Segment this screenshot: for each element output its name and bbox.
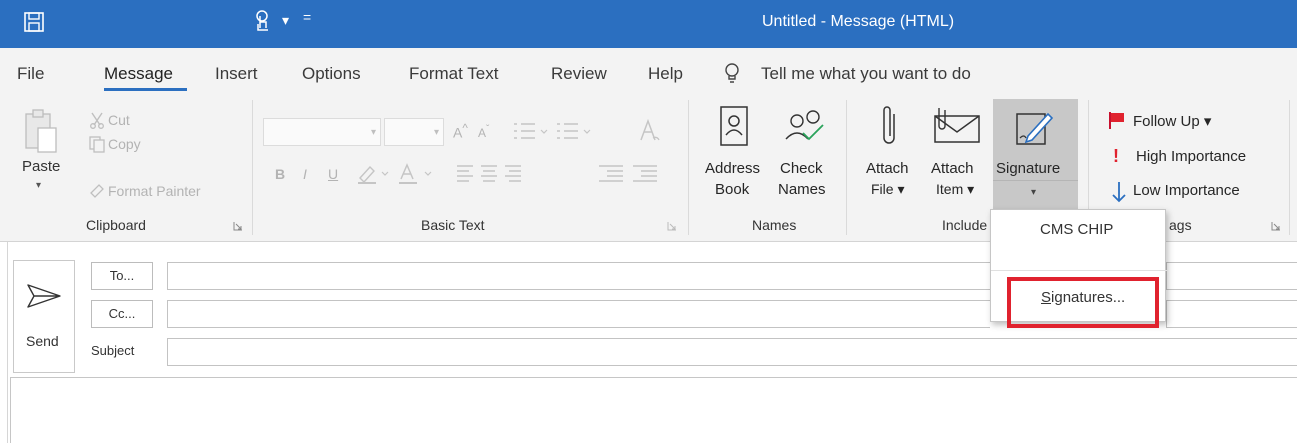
- group-label-tags: ags: [1169, 217, 1192, 233]
- numbering-icon[interactable]: [555, 120, 593, 142]
- bold-button[interactable]: B: [275, 166, 285, 182]
- check-names-icon[interactable]: [783, 107, 831, 147]
- touch-mode-icon[interactable]: [250, 8, 276, 36]
- copy-button[interactable]: Copy: [108, 136, 141, 152]
- basic-text-launcher-icon[interactable]: [667, 221, 677, 231]
- cc-field[interactable]: [167, 300, 990, 328]
- font-name-combo[interactable]: ▾: [263, 118, 381, 146]
- tab-help[interactable]: Help: [648, 64, 683, 84]
- attach-item-label[interactable]: Attach: [931, 160, 974, 177]
- save-icon[interactable]: [22, 10, 46, 34]
- address-book-label-2[interactable]: Book: [715, 181, 749, 198]
- highlight-icon[interactable]: [356, 162, 392, 184]
- highlight-annotation: [1007, 277, 1159, 328]
- send-button[interactable]: Send: [13, 260, 75, 373]
- signature-label[interactable]: Signature: [996, 160, 1060, 177]
- send-label: Send: [26, 333, 59, 349]
- window-title: Untitled - Message (HTML): [762, 13, 955, 30]
- styles-icon[interactable]: [638, 118, 662, 144]
- attach-file-label[interactable]: Attach: [866, 160, 909, 177]
- underline-button[interactable]: U: [328, 166, 338, 182]
- tab-options[interactable]: Options: [302, 64, 361, 84]
- cut-button[interactable]: Cut: [108, 112, 130, 128]
- cc-field-right[interactable]: [1166, 300, 1297, 328]
- to-field[interactable]: [167, 262, 990, 290]
- ribbon-tabs: File Message Insert Options Format Text …: [0, 48, 1297, 92]
- lightbulb-icon: [725, 63, 739, 83]
- grow-font-icon[interactable]: A^: [453, 122, 468, 141]
- check-names-label[interactable]: Check: [780, 160, 823, 177]
- group-separator: [252, 100, 253, 235]
- tab-review[interactable]: Review: [551, 64, 607, 84]
- signature-option-cms-chip[interactable]: CMS CHIP: [1040, 221, 1113, 238]
- high-importance-icon: !: [1113, 146, 1119, 166]
- address-book-icon[interactable]: [716, 105, 752, 149]
- paste-icon[interactable]: [22, 108, 60, 156]
- to-field-right[interactable]: [1166, 262, 1297, 290]
- italic-button[interactable]: I: [303, 166, 307, 182]
- align-icons[interactable]: [455, 163, 525, 183]
- low-importance-button[interactable]: Low Importance: [1133, 182, 1240, 199]
- send-icon: [27, 284, 61, 308]
- format-painter-icon: [90, 184, 104, 198]
- group-separator: [688, 100, 689, 235]
- attach-file-label-2[interactable]: File ▾: [871, 181, 904, 198]
- subject-label: Subject: [91, 343, 135, 358]
- group-label-basic-text: Basic Text: [421, 217, 485, 233]
- shrink-font-icon[interactable]: Aˇ: [478, 124, 489, 140]
- cc-button[interactable]: Cc...: [91, 300, 153, 328]
- group-label-clipboard: Clipboard: [86, 217, 146, 233]
- signature-split-line: [993, 180, 1078, 181]
- format-painter-button[interactable]: Format Painter: [108, 183, 201, 199]
- high-importance-button[interactable]: High Importance: [1136, 148, 1246, 165]
- flag-icon[interactable]: [1107, 110, 1127, 130]
- attach-item-label-2[interactable]: Item ▾: [936, 181, 974, 198]
- tab-format-text[interactable]: Format Text: [409, 64, 498, 84]
- compose-border: [7, 242, 8, 443]
- to-button[interactable]: To...: [91, 262, 153, 290]
- low-importance-icon: [1112, 182, 1126, 203]
- font-color-icon[interactable]: [397, 162, 437, 184]
- font-size-combo[interactable]: ▾: [384, 118, 444, 146]
- cut-icon: [90, 112, 104, 129]
- signature-dropdown-arrow[interactable]: ▾: [1031, 187, 1036, 198]
- paste-dropdown-arrow[interactable]: ▾: [36, 180, 41, 191]
- title-bar: ▾ = Untitled - Message (HTML): [0, 0, 1297, 48]
- group-label-include: Include: [942, 217, 988, 233]
- active-tab-indicator: [104, 88, 187, 91]
- subject-field[interactable]: [167, 338, 1297, 366]
- tags-launcher-icon[interactable]: [1271, 221, 1281, 231]
- tab-file[interactable]: File: [17, 64, 44, 84]
- clipboard-launcher-icon[interactable]: [233, 221, 243, 231]
- signature-icon: [1016, 112, 1054, 145]
- copy-icon: [89, 136, 105, 153]
- tell-me-search[interactable]: Tell me what you want to do: [761, 64, 971, 84]
- message-body[interactable]: [10, 377, 1297, 443]
- tab-message[interactable]: Message: [104, 64, 173, 84]
- follow-up-button[interactable]: Follow Up ▾: [1133, 112, 1211, 130]
- indent-icons[interactable]: [597, 163, 663, 183]
- address-book-label[interactable]: Address: [705, 160, 760, 177]
- paste-button[interactable]: Paste: [22, 158, 60, 175]
- tab-insert[interactable]: Insert: [215, 64, 258, 84]
- attach-item-icon[interactable]: [931, 104, 983, 144]
- menu-separator: [991, 270, 1167, 271]
- quick-access-dropdown[interactable]: ▾: [282, 12, 289, 29]
- customize-quick-access-icon[interactable]: =: [303, 9, 311, 25]
- group-separator: [846, 100, 847, 235]
- check-names-label-2[interactable]: Names: [778, 181, 826, 198]
- bullets-icon[interactable]: [512, 120, 550, 142]
- group-label-names: Names: [752, 217, 797, 233]
- paperclip-icon[interactable]: [880, 104, 900, 150]
- group-separator: [1289, 100, 1290, 235]
